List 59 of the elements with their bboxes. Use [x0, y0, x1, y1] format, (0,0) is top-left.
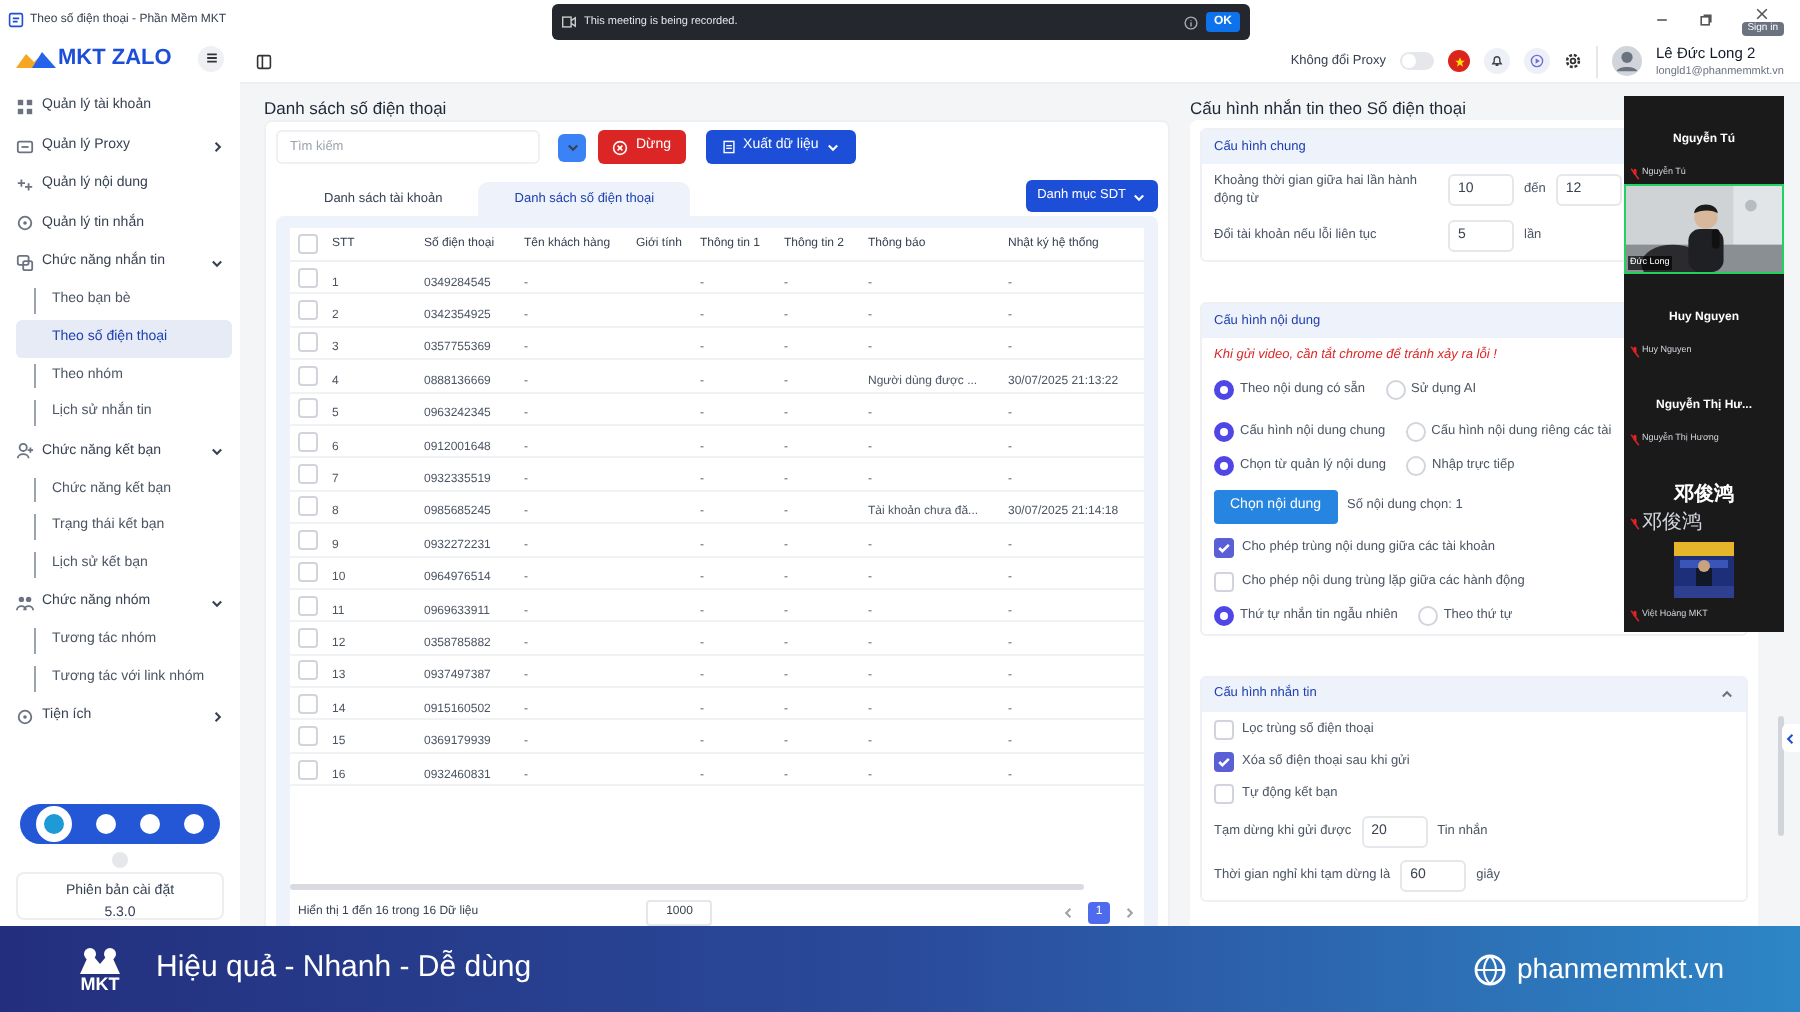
- previous-icon: [1062, 905, 1076, 919]
- checkbox[interactable]: [1214, 537, 1234, 558]
- record-icon: [562, 16, 576, 28]
- chevron-icon: [210, 710, 224, 725]
- radio-button[interactable]: [1214, 379, 1234, 400]
- filter-button[interactable]: [558, 133, 586, 161]
- menu-icon: [205, 52, 217, 64]
- chevron-icon: [210, 596, 224, 611]
- document-icon: [721, 140, 736, 154]
- restore-icon[interactable]: [1697, 12, 1714, 28]
- panel-title: Danh sách số điện thoại: [264, 98, 449, 118]
- participant-label: 邓俊鸿: [1642, 512, 1702, 534]
- collapse-panel-button[interactable]: [1782, 724, 1800, 752]
- slogan: Hiệu quả - Nhanh - Dễ dùng: [156, 948, 532, 989]
- panel-title: Cấu hình nhắn tin theo Số điện thoại: [1190, 98, 1468, 118]
- logo-text: MKT: [80, 973, 120, 993]
- circle-icon: [16, 708, 34, 727]
- stop-icon: [612, 139, 628, 155]
- radio-button[interactable]: [1214, 605, 1234, 626]
- circle-icon: [16, 214, 34, 233]
- caret-icon: [565, 140, 579, 154]
- caret-icon: [826, 140, 841, 154]
- next-icon: [1122, 905, 1136, 919]
- chevron-icon: [1784, 731, 1798, 745]
- chevron-icon: [210, 444, 224, 459]
- logo-text: MKT ZALO: [58, 43, 172, 74]
- avatar[interactable]: [1612, 46, 1643, 76]
- play-icon[interactable]: [1524, 48, 1551, 74]
- bell-icon[interactable]: [1484, 48, 1511, 74]
- muted-microphone-icon: [1630, 345, 1640, 358]
- flag-icon[interactable]: [1448, 50, 1471, 72]
- proxy-switch[interactable]: [1400, 52, 1435, 70]
- chevron-icon: [210, 255, 224, 270]
- chevron-icon: [1720, 687, 1734, 702]
- settings-icon[interactable]: [1564, 52, 1583, 70]
- radio-button[interactable]: [1214, 455, 1234, 476]
- muted-microphone-icon: [1630, 609, 1640, 622]
- support-icon[interactable]: [36, 806, 72, 842]
- users-icon: [16, 594, 34, 613]
- server-icon: [16, 137, 34, 156]
- grid-icon: [16, 98, 34, 117]
- radio-button[interactable]: [1214, 421, 1234, 442]
- layout-icon[interactable]: [256, 53, 272, 69]
- scrollbar: [1778, 716, 1784, 836]
- logo-icon: [16, 49, 56, 67]
- muted-microphone-icon: [1630, 433, 1640, 446]
- add-user-icon: [16, 442, 34, 461]
- website: phanmemmkt.vn: [1517, 950, 1724, 988]
- info-icon[interactable]: [1184, 15, 1198, 29]
- app-icon: [8, 12, 24, 28]
- participant-name: 邓俊鸿: [1674, 481, 1734, 509]
- menu-button[interactable]: [198, 45, 224, 71]
- checkbox[interactable]: [1214, 751, 1234, 772]
- muted-microphone-icon: [1630, 167, 1640, 180]
- chevron-icon: [210, 139, 224, 154]
- muted-microphone-icon: [1630, 517, 1640, 529]
- caret-icon: [1132, 189, 1146, 203]
- logo-icon: [76, 945, 124, 973]
- close-icon[interactable]: [1754, 5, 1771, 21]
